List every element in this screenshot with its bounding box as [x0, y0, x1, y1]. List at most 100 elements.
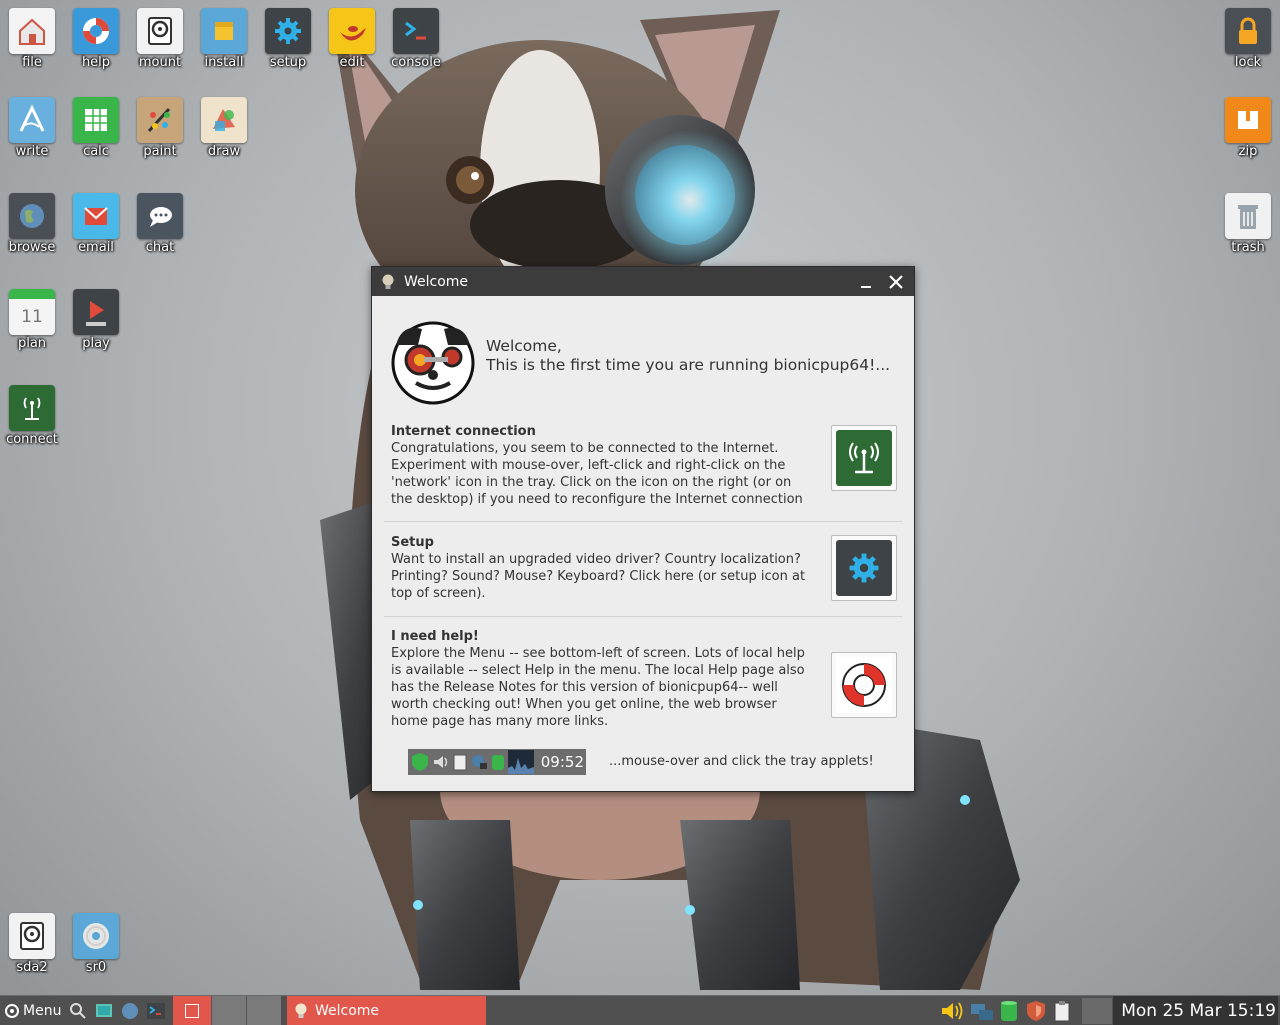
paint-palette-icon [137, 97, 183, 143]
desktop-icon-chat[interactable]: chat [128, 193, 192, 255]
chat-bubble-icon [137, 193, 183, 239]
firewall-shield-icon[interactable] [1026, 1000, 1046, 1022]
connect-button[interactable] [831, 425, 897, 491]
volume-icon [432, 753, 450, 771]
lifebuoy-icon [836, 657, 892, 713]
menu-button[interactable]: Menu [0, 996, 65, 1025]
desktop-icon-zip[interactable]: zip [1216, 97, 1280, 159]
help-heading: I need help! [391, 629, 479, 644]
desktop-icon-help[interactable]: help [64, 8, 128, 70]
desktop-icon-file[interactable]: file [0, 8, 64, 70]
desktop-icon-edit[interactable]: edit [320, 8, 384, 70]
harddisk-icon [9, 913, 55, 959]
draw-icon [201, 97, 247, 143]
browser-launcher[interactable] [117, 996, 143, 1025]
desktop-icon-lock[interactable]: lock [1216, 8, 1280, 70]
desktop-icon-play[interactable]: play [64, 289, 128, 351]
internet-text: Congratulations, you seem to be connecte… [391, 441, 803, 507]
desktop-icon [96, 1003, 113, 1017]
greeting: Welcome, This is the first time you are … [486, 337, 890, 375]
internet-section: Internet connection Congratulations, you… [391, 423, 811, 508]
desktop-icon-browse[interactable]: browse [0, 193, 64, 255]
section-divider [384, 616, 902, 617]
desktop-icon-sda2[interactable]: sda2 [0, 913, 64, 975]
setup-text: Want to install an upgraded video driver… [391, 552, 806, 601]
desktop-icon-setup[interactable]: setup [256, 8, 320, 70]
tray-example-clock: 09:52 [540, 753, 584, 771]
cpu-graph-icon [508, 750, 534, 774]
desktop-icon-write[interactable]: write [0, 97, 64, 159]
globe-icon [9, 193, 55, 239]
system-tray [940, 996, 1112, 1025]
taskbar-task-welcome[interactable]: Welcome [287, 996, 486, 1025]
setup-section: Setup Want to install an upgraded video … [391, 534, 811, 602]
clipboard-icon[interactable] [1054, 1000, 1070, 1022]
desktop-icon-install[interactable]: install [192, 8, 256, 70]
drive-icon [491, 753, 505, 771]
search-icon [70, 1002, 87, 1019]
archive-icon [1225, 97, 1271, 143]
antenna-icon [9, 385, 55, 431]
network-icon [470, 753, 488, 771]
globe-icon [122, 1002, 139, 1019]
write-icon [9, 97, 55, 143]
antenna-icon [836, 430, 892, 486]
desktop-icon-trash[interactable]: trash [1216, 193, 1280, 255]
window-titlebar[interactable]: Welcome [372, 267, 914, 296]
window-title: Welcome [404, 273, 469, 290]
drive-icon[interactable] [1000, 1000, 1018, 1022]
desktop-icon-console[interactable]: console [384, 8, 448, 70]
trash-icon [1225, 193, 1271, 239]
minimize-icon [861, 286, 871, 288]
workspace-2[interactable] [211, 996, 247, 1025]
greeting-line-2: This is the first time you are running b… [486, 356, 891, 374]
spreadsheet-icon [73, 97, 119, 143]
network-icon[interactable] [970, 1000, 994, 1022]
desktop-icon-connect[interactable]: connect [0, 385, 64, 447]
taskbar: Menu Welcome Mon 25 Mar 15:19 [0, 995, 1280, 1025]
workspace-3[interactable] [246, 996, 282, 1025]
workspace-1[interactable] [173, 996, 212, 1025]
envelope-icon [73, 193, 119, 239]
close-button[interactable] [884, 270, 908, 294]
home-file-icon [9, 8, 55, 54]
desktop-icon-calc[interactable]: calc [64, 97, 128, 159]
optical-disc-icon [73, 913, 119, 959]
lifebuoy-icon [73, 8, 119, 54]
show-desktop-launcher[interactable] [91, 996, 117, 1025]
help-button[interactable] [831, 652, 897, 718]
tray-example-image: 09:52 [408, 749, 586, 775]
desktop-icon-mount[interactable]: mount [128, 8, 192, 70]
gear-icon [265, 8, 311, 54]
desktop-icon-email[interactable]: email [64, 193, 128, 255]
menu-icon [4, 1003, 20, 1019]
puppy-logo-icon [388, 315, 478, 409]
tray-spacer [1082, 997, 1112, 1024]
padlock-icon [1225, 8, 1271, 54]
taskbar-clock[interactable]: Mon 25 Mar 15:19 [1113, 996, 1278, 1025]
desktop-icon-draw[interactable]: draw [192, 97, 256, 159]
terminal-icon [147, 1002, 166, 1019]
media-play-icon [73, 289, 119, 335]
terminal-launcher[interactable] [143, 996, 169, 1025]
setup-button[interactable] [831, 535, 897, 601]
internet-heading: Internet connection [391, 424, 536, 439]
help-text: Explore the Menu -- see bottom-left of s… [391, 646, 805, 729]
gear-icon [836, 540, 892, 596]
lightbulb-icon [293, 1002, 309, 1020]
welcome-window[interactable]: Welcome Welcome, This is the first time … [371, 266, 915, 792]
greeting-line-1: Welcome, [486, 337, 562, 355]
setup-heading: Setup [391, 535, 434, 550]
desktop-icon-plan[interactable]: 11 plan [0, 289, 64, 351]
desktop-icon-paint[interactable]: paint [128, 97, 192, 159]
search-launcher[interactable] [65, 996, 91, 1025]
lightbulb-icon [380, 273, 396, 291]
desktop-icon-sr0[interactable]: sr0 [64, 913, 128, 975]
minimize-button[interactable] [854, 270, 878, 294]
genie-lamp-icon [329, 8, 375, 54]
tray-note: ...mouse-over and click the tray applets… [609, 754, 874, 769]
volume-icon[interactable] [940, 1000, 964, 1022]
menu-label: Menu [23, 1002, 62, 1019]
help-section: I need help! Explore the Menu -- see bot… [391, 628, 811, 730]
window-content: Welcome, This is the first time you are … [378, 297, 908, 785]
